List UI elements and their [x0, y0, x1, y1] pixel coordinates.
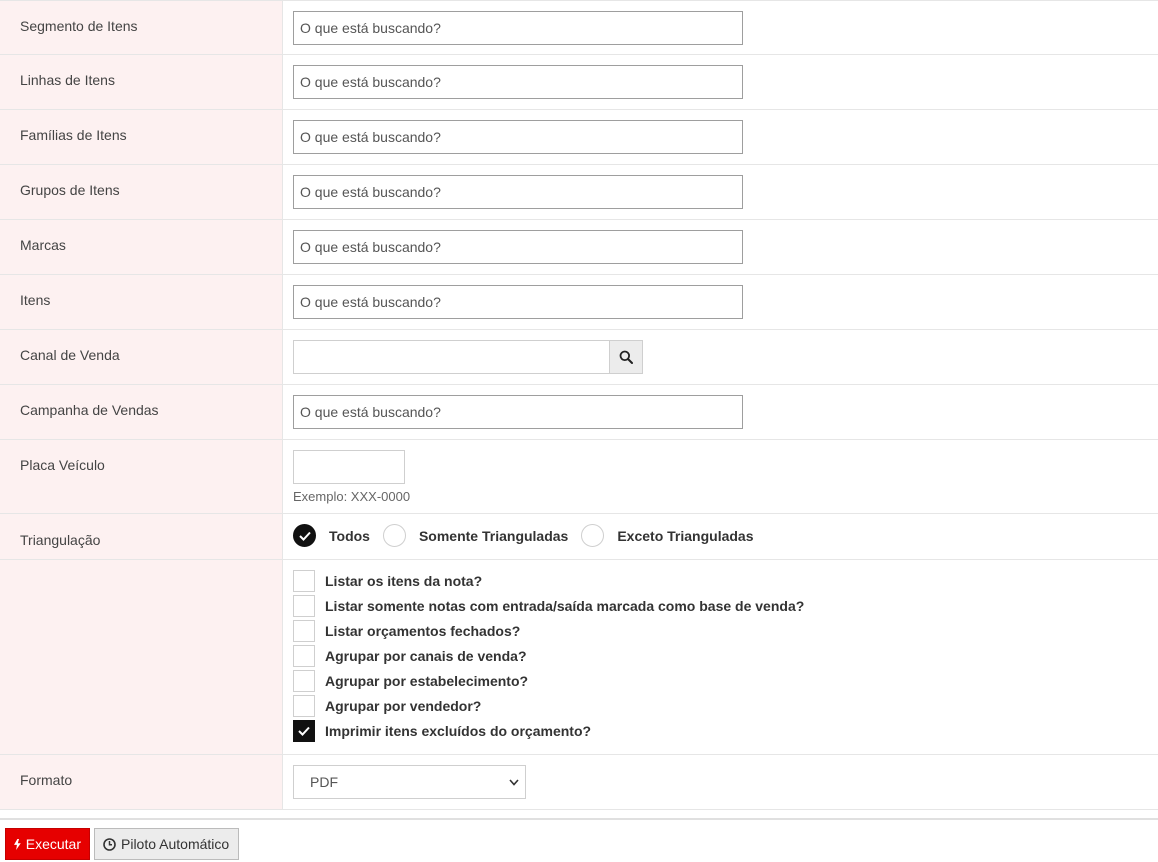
- action-bar: Executar Piloto Automático: [0, 818, 1158, 862]
- row-options: Listar os itens da nota? Listar somente …: [0, 560, 1158, 755]
- field-label: Itens: [0, 275, 283, 329]
- option-listar-itens[interactable]: Listar os itens da nota?: [293, 568, 1158, 593]
- field-label: Placa Veículo: [0, 440, 283, 513]
- option-label: Agrupar por estabelecimento?: [325, 672, 529, 689]
- row-campanha: Campanha de Vendas: [0, 385, 1158, 440]
- option-imprimir-excluidos[interactable]: Imprimir itens excluídos do orçamento?: [293, 718, 1158, 743]
- options-checklist: Listar os itens da nota? Listar somente …: [293, 568, 1158, 743]
- triangulacao-radio-group: Todos Somente Trianguladas Exceto Triang…: [293, 524, 1158, 547]
- segmento-input[interactable]: [293, 11, 743, 45]
- option-label: Listar somente notas com entrada/saída m…: [325, 597, 805, 614]
- row-grupos: Grupos de Itens: [0, 165, 1158, 220]
- row-placa: Placa Veículo Exemplo: XXX-0000: [0, 440, 1158, 514]
- radio-unchecked-icon: [382, 524, 406, 547]
- checkbox-unchecked-icon: [293, 644, 315, 667]
- report-filter-form: Segmento de Itens Linhas de Itens Famíli…: [0, 0, 1158, 810]
- row-formato: Formato PDF: [0, 755, 1158, 810]
- option-orcamentos-fechados[interactable]: Listar orçamentos fechados?: [293, 618, 1158, 643]
- radio-exceto-trianguladas[interactable]: Exceto Trianguladas: [581, 524, 754, 547]
- option-label: Listar os itens da nota?: [325, 572, 483, 589]
- checkbox-unchecked-icon: [293, 619, 315, 642]
- option-label: Listar orçamentos fechados?: [325, 622, 521, 639]
- field-label: Formato: [0, 755, 283, 809]
- formato-select[interactable]: PDF: [293, 765, 526, 799]
- field-label: Triangulação: [0, 514, 283, 559]
- clock-icon: [103, 837, 116, 851]
- row-triangulacao: Triangulação Todos Somente Trianguladas …: [0, 514, 1158, 560]
- radio-todos[interactable]: Todos: [293, 524, 370, 547]
- option-label: Agrupar por vendedor?: [325, 697, 482, 714]
- marcas-input[interactable]: [293, 230, 743, 264]
- option-label: Agrupar por canais de venda?: [325, 647, 527, 664]
- execute-button[interactable]: Executar: [5, 828, 90, 860]
- option-label: Imprimir itens excluídos do orçamento?: [325, 722, 592, 739]
- autopilot-button[interactable]: Piloto Automático: [94, 828, 239, 860]
- radio-somente-trianguladas[interactable]: Somente Trianguladas: [382, 524, 569, 547]
- row-itens: Itens: [0, 275, 1158, 330]
- field-label: Canal de Venda: [0, 330, 283, 384]
- checkbox-unchecked-icon: [293, 669, 315, 692]
- execute-label: Executar: [25, 836, 81, 852]
- option-agrupar-estabelecimento[interactable]: Agrupar por estabelecimento?: [293, 668, 1158, 693]
- row-marcas: Marcas: [0, 220, 1158, 275]
- option-agrupar-canais[interactable]: Agrupar por canais de venda?: [293, 643, 1158, 668]
- option-agrupar-vendedor[interactable]: Agrupar por vendedor?: [293, 693, 1158, 718]
- checkbox-unchecked-icon: [293, 694, 315, 717]
- chevron-down-icon: [509, 778, 519, 786]
- field-label: Campanha de Vendas: [0, 385, 283, 439]
- placa-help-text: Exemplo: XXX-0000: [293, 489, 411, 504]
- row-familias: Famílias de Itens: [0, 110, 1158, 165]
- checkbox-checked-icon: [293, 719, 315, 742]
- radio-label: Somente Trianguladas: [418, 527, 569, 544]
- radio-unchecked-icon: [581, 524, 605, 547]
- field-label: Famílias de Itens: [0, 110, 283, 164]
- campanha-input[interactable]: [293, 395, 743, 429]
- radio-checked-icon: [293, 524, 316, 547]
- row-linhas: Linhas de Itens: [0, 55, 1158, 110]
- search-icon: [619, 350, 633, 364]
- lightning-icon: [14, 838, 21, 850]
- field-label: Marcas: [0, 220, 283, 274]
- autopilot-label: Piloto Automático: [121, 836, 230, 852]
- canal-search-button[interactable]: [609, 340, 643, 374]
- option-notas-base-venda[interactable]: Listar somente notas com entrada/saída m…: [293, 593, 1158, 618]
- itens-input[interactable]: [293, 285, 743, 319]
- empty-label: [0, 560, 283, 754]
- checkbox-unchecked-icon: [293, 594, 315, 617]
- grupos-input[interactable]: [293, 175, 743, 209]
- radio-label: Todos: [329, 527, 370, 544]
- canal-input-group: [293, 340, 643, 374]
- field-label: Grupos de Itens: [0, 165, 283, 219]
- familias-input[interactable]: [293, 120, 743, 154]
- linhas-input[interactable]: [293, 65, 743, 99]
- radio-label: Exceto Trianguladas: [617, 527, 754, 544]
- formato-selected-value: PDF: [310, 774, 338, 790]
- field-label: Segmento de Itens: [0, 1, 283, 54]
- field-label: Linhas de Itens: [0, 55, 283, 109]
- checkbox-unchecked-icon: [293, 569, 315, 592]
- row-canal: Canal de Venda: [0, 330, 1158, 385]
- placa-input[interactable]: [293, 450, 405, 484]
- row-segmento: Segmento de Itens: [0, 0, 1158, 55]
- canal-input[interactable]: [293, 340, 609, 374]
